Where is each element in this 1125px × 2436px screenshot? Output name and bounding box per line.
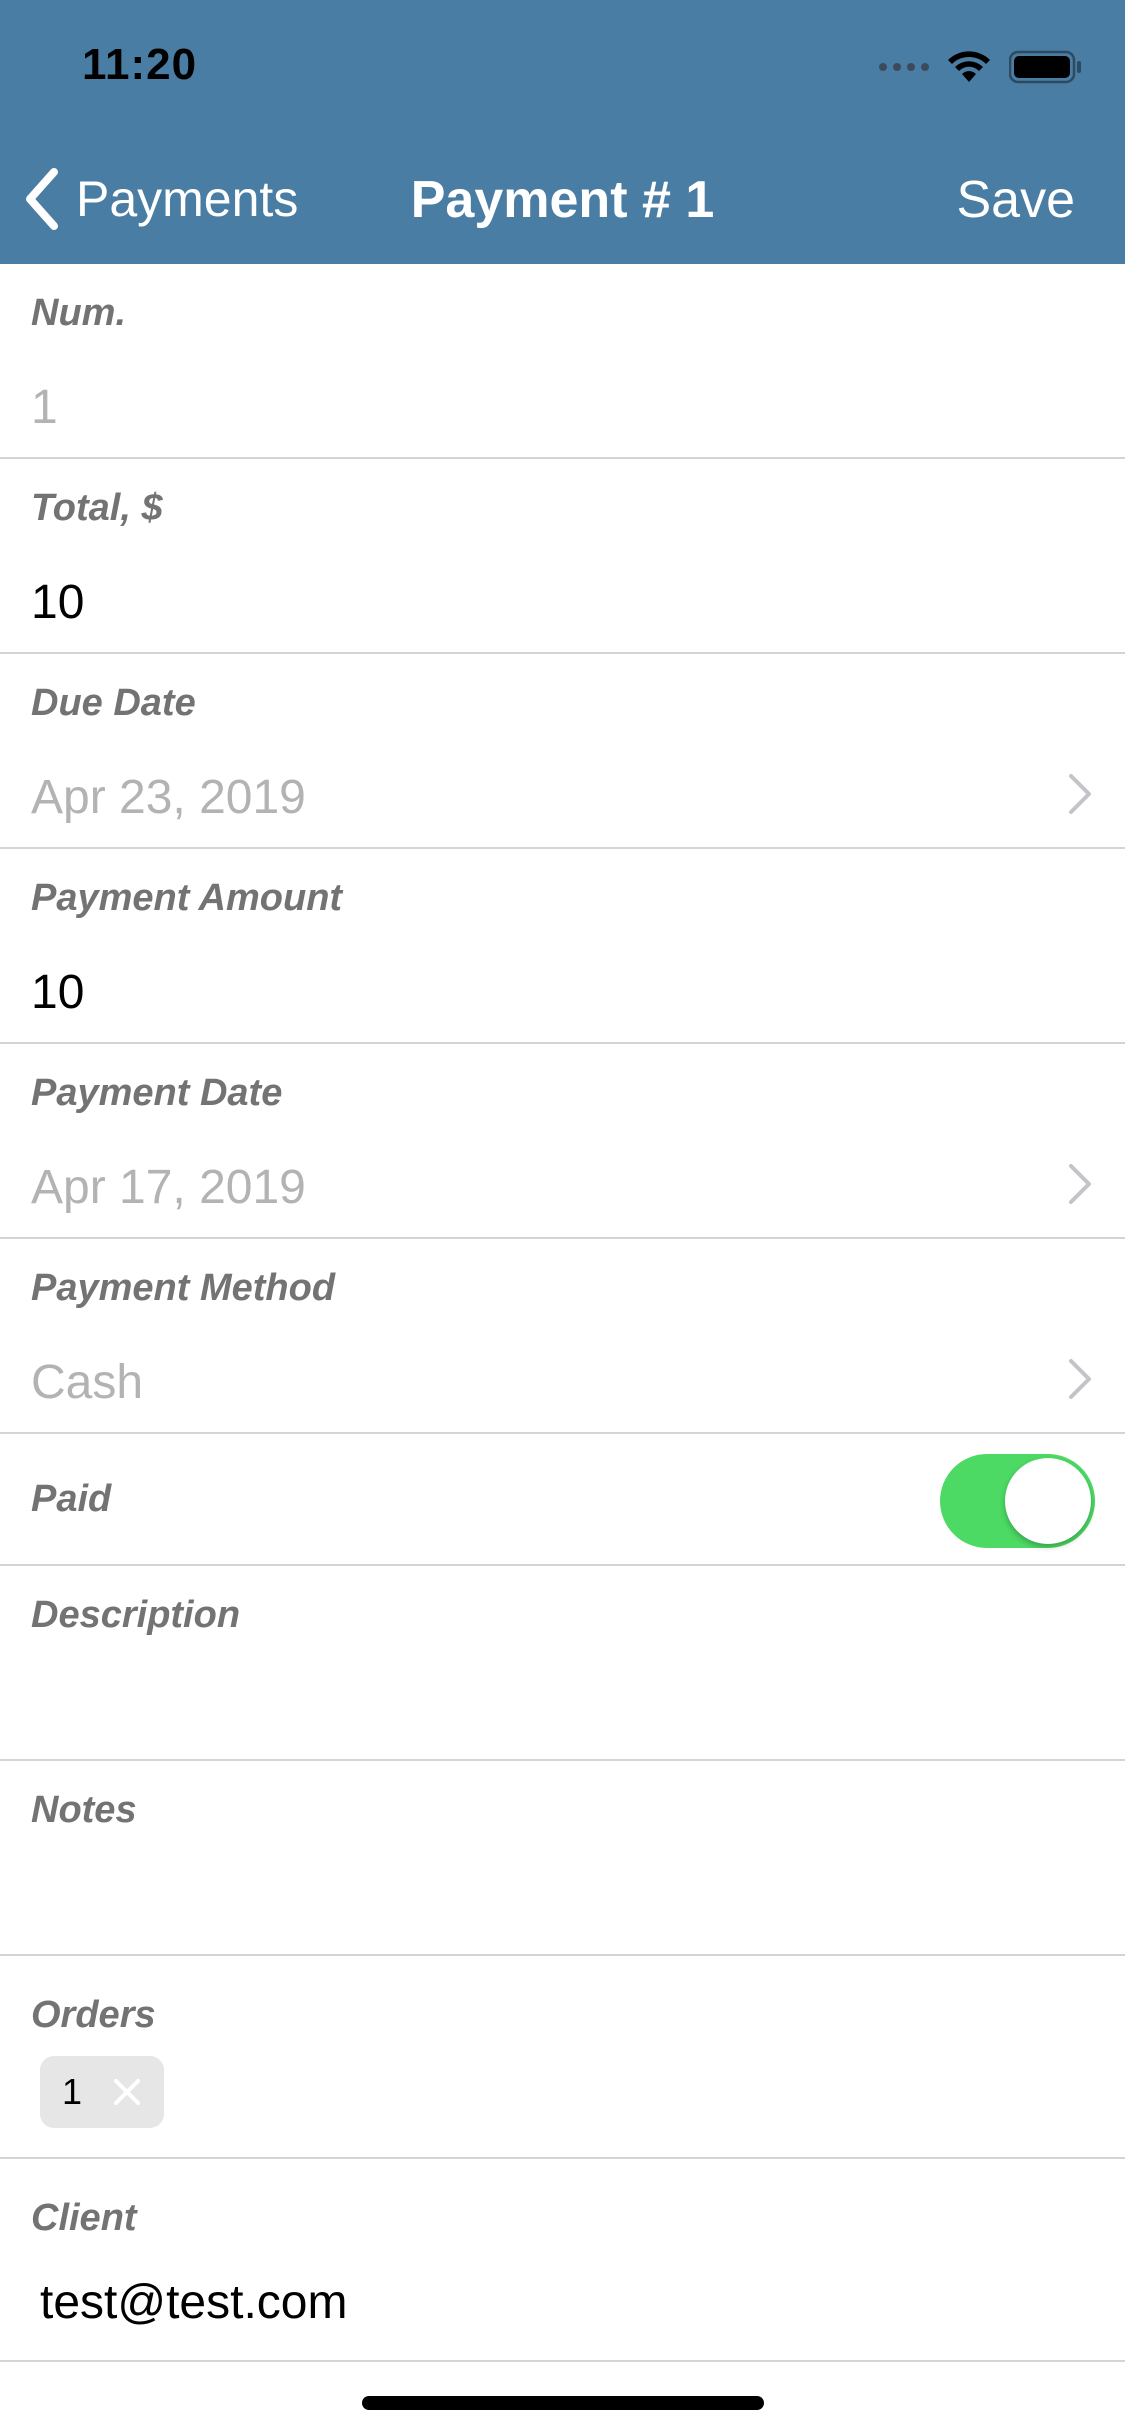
field-notes[interactable]: Notes <box>0 1761 1125 1956</box>
order-chip-label: 1 <box>62 2071 83 2112</box>
field-total[interactable]: Total, $ 10 <box>0 459 1125 654</box>
field-payment-amount[interactable]: Payment Amount 10 <box>0 849 1125 1044</box>
total-input[interactable]: 10 <box>31 575 84 630</box>
field-label-payment-date: Payment Date <box>31 1072 283 1114</box>
home-indicator <box>362 2396 764 2410</box>
payment-date-value: Apr 17, 2019 <box>31 1161 306 1214</box>
field-num[interactable]: Num. 1 <box>0 264 1125 459</box>
toggle-knob <box>1005 1458 1091 1544</box>
field-payment-date[interactable]: Payment Date Apr 17, 2019 <box>0 1044 1125 1239</box>
field-label-paid: Paid <box>31 1478 112 1520</box>
field-label-orders: Orders <box>31 1994 156 2036</box>
wifi-icon <box>948 51 990 82</box>
battery-icon <box>1009 50 1081 84</box>
field-label-total: Total, $ <box>31 487 163 529</box>
order-chip[interactable]: 1 <box>40 2056 165 2128</box>
field-paid: Paid <box>0 1434 1125 1566</box>
cellular-signal-icon <box>879 63 929 71</box>
field-label-payment-amount: Payment Amount <box>31 877 343 919</box>
field-label-description: Description <box>31 1594 241 1636</box>
navigation-header: 11:20 Payments Payment # 1 Save <box>0 0 1125 264</box>
field-label-notes: Notes <box>31 1789 137 1831</box>
payment-form: Num. 1 Total, $ 10 Due Date Apr 23, 2019… <box>0 264 1125 2362</box>
field-label-due-date: Due Date <box>31 682 196 724</box>
payment-amount-input[interactable]: 10 <box>31 965 84 1020</box>
chevron-right-icon <box>1069 1164 1091 1204</box>
back-button[interactable]: Payments <box>22 166 298 232</box>
chevron-right-icon <box>1069 1359 1091 1399</box>
paid-toggle[interactable] <box>940 1454 1095 1548</box>
chevron-right-icon <box>1069 774 1091 814</box>
save-button[interactable]: Save <box>956 170 1075 230</box>
status-time: 11:20 <box>82 40 198 89</box>
num-value: 1 <box>31 381 58 434</box>
client-value[interactable]: test@test.com <box>40 2275 347 2330</box>
field-label-payment-method: Payment Method <box>31 1267 336 1309</box>
field-orders: Orders 1 <box>0 1956 1125 2159</box>
payment-method-value: Cash <box>31 1356 144 1409</box>
back-button-label: Payments <box>76 171 299 227</box>
field-client[interactable]: Client test@test.com <box>0 2159 1125 2362</box>
field-due-date[interactable]: Due Date Apr 23, 2019 <box>0 654 1125 849</box>
field-label-client: Client <box>31 2197 137 2239</box>
back-chevron-icon <box>26 168 58 230</box>
field-description[interactable]: Description <box>0 1566 1125 1761</box>
close-icon[interactable] <box>112 2077 142 2107</box>
status-indicators <box>879 50 1083 84</box>
field-payment-method[interactable]: Payment Method Cash <box>0 1239 1125 1434</box>
field-label-num: Num. <box>31 292 126 334</box>
due-date-value: Apr 23, 2019 <box>31 771 306 824</box>
